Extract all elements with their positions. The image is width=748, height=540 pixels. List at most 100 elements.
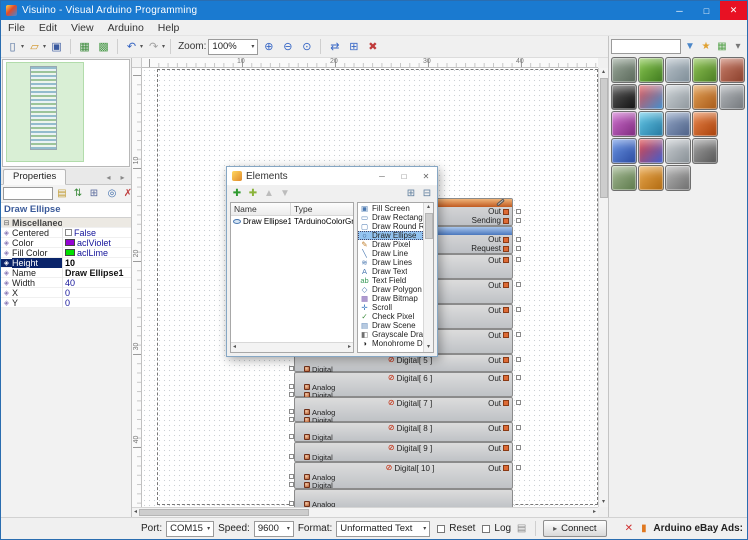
connector-socket[interactable] [289,454,294,459]
close-button[interactable]: ✕ [720,1,747,20]
connector-socket[interactable] [289,384,294,389]
list-module-icon[interactable] [665,111,691,137]
port-select[interactable]: COM15▾ [166,521,214,537]
open-icon[interactable]: ▱ [26,38,43,55]
scroll-up-icon[interactable]: ▴ [602,68,605,77]
scroll-left-icon[interactable]: ◂ [233,343,236,352]
zoom-out-icon[interactable]: ⊖ [279,38,296,55]
property-row[interactable]: ◈NameDraw Ellipse1 [1,268,131,278]
elements-vertical-scrollbar[interactable]: ▴ ▾ [423,203,433,352]
format-select[interactable]: Unformatted Text▾ [336,521,430,537]
property-value[interactable]: Draw Ellipse1 [62,268,131,278]
connector-socket[interactable] [289,417,294,422]
connector-socket[interactable] [516,425,521,430]
log-file-icon[interactable]: ▤ [515,522,528,535]
element-item[interactable]: ADraw Text [358,267,423,276]
connector-socket[interactable] [516,218,521,223]
chevron-down-icon[interactable]: ▾ [43,43,46,50]
element-item[interactable]: ✛Scroll [358,303,423,312]
output-pin[interactable] [503,400,509,406]
dark-module-icon[interactable] [692,138,718,164]
property-row[interactable]: ◈Fill ColoraclLime [1,248,131,258]
link-icon[interactable]: ⇄ [326,38,343,55]
output-pin[interactable] [503,237,509,243]
heat-module-icon[interactable] [692,111,718,137]
menu-file[interactable]: File [1,21,32,35]
connector-socket[interactable] [516,332,521,337]
property-value[interactable]: 0 [62,298,131,308]
output-pin[interactable] [503,465,509,471]
element-item[interactable]: ✓Check Pixel [358,312,423,321]
zoom-select[interactable]: 100%▾ [208,39,258,55]
maximize-button[interactable]: □ [693,1,720,20]
property-value[interactable]: 40 [62,278,131,288]
element-item[interactable]: ◧Grayscale Draw 1 [358,330,423,339]
tool-module-icon[interactable] [665,165,691,191]
chart-icon[interactable] [638,84,664,110]
new-icon[interactable]: ▯ [4,38,21,55]
menu-arduino[interactable]: Arduino [101,21,151,35]
chevron-down-icon[interactable]: ▾ [21,43,24,50]
scroll-right-icon[interactable]: ▸ [593,508,596,517]
insert-element-icon[interactable]: ✚ [246,187,260,201]
connector-socket[interactable] [289,434,294,439]
connector-socket[interactable] [516,465,521,470]
property-row[interactable]: ◈X0 [1,288,131,298]
column-header-name[interactable]: Name [231,203,291,215]
property-value[interactable]: 0 [62,288,131,298]
add-element-icon[interactable]: ✚ [230,187,244,201]
silver-module-icon[interactable] [665,138,691,164]
element-item[interactable]: ▤Draw Scene [358,321,423,330]
output-pin[interactable] [503,282,509,288]
output-pin[interactable] [503,357,509,363]
property-row[interactable]: ◈Width40 [1,278,131,288]
redo-icon[interactable]: ↷ [145,38,162,55]
element-item[interactable]: ▢Draw Round Rec [358,222,423,231]
connector-socket[interactable] [289,392,294,397]
element-item[interactable]: ○Draw Ellipse [358,231,423,240]
components-icon[interactable]: ▩ [95,38,112,55]
power-module-icon[interactable] [719,57,745,83]
connect-button[interactable]: ▸ Connect [543,520,606,537]
property-value[interactable]: aclViolet [62,238,131,248]
pin-channel-block[interactable]: ⊘Digital[ 10 ]OutAnalogDigital [294,462,513,489]
scroll-down-icon[interactable]: ▾ [427,343,430,352]
scroll-left-icon[interactable]: ◂ [134,508,137,517]
memory-icon[interactable] [665,57,691,83]
output-pin[interactable] [503,425,509,431]
pin-channel-block[interactable]: ⊘Digital[ 6 ]OutAnalogDigital [294,372,513,397]
expand-all-icon[interactable]: ⊞ [87,187,101,201]
categorized-icon[interactable]: ⊞ [404,187,418,201]
connector-socket[interactable] [516,246,521,251]
board-settings-icon[interactable]: ▮ [637,522,650,535]
design-overview[interactable] [2,59,130,167]
connector-socket[interactable] [516,282,521,287]
dialog-title-bar[interactable]: Elements ─ □ ✕ [227,167,437,185]
property-row[interactable]: ◈Height10 [1,258,131,268]
canvas-horizontal-scrollbar[interactable]: ◂ ▸ [132,507,598,517]
property-value[interactable]: 10 [62,258,131,268]
blue-module-icon[interactable] [611,138,637,164]
menu-edit[interactable]: Edit [32,21,64,35]
chevron-down-icon[interactable]: ▾ [140,43,143,50]
output-pin[interactable] [503,257,509,263]
connector-socket[interactable] [516,307,521,312]
instances-horizontal-scrollbar[interactable]: ◂ ▸ [231,342,353,352]
pin-channel-block[interactable]: ⊘Digital[ 9 ]OutDigital [294,442,513,462]
zoom-in-icon[interactable]: ⊕ [260,38,277,55]
favorites-icon[interactable]: ★ [699,39,713,53]
output-pin[interactable] [503,445,509,451]
zoom-actual-icon[interactable]: ⊙ [298,38,315,55]
scroll-right-icon[interactable]: ▸ [348,343,351,352]
scroll-tabs-right-icon[interactable]: ▸ [116,171,129,184]
info-module-icon[interactable] [638,165,664,191]
move-up-icon[interactable]: ▲ [262,187,276,201]
element-item[interactable]: ▭Draw Rectangle [358,213,423,222]
undo-icon[interactable]: ↶ [123,38,140,55]
connector-socket[interactable] [516,375,521,380]
connector-socket[interactable] [516,237,521,242]
menu-help[interactable]: Help [151,21,187,35]
pin-channel-block[interactable]: ⊘Digital[ 7 ]OutAnalogDigital [294,397,513,422]
scroll-down-icon[interactable]: ▾ [602,498,605,507]
component-search-input[interactable] [611,39,681,54]
